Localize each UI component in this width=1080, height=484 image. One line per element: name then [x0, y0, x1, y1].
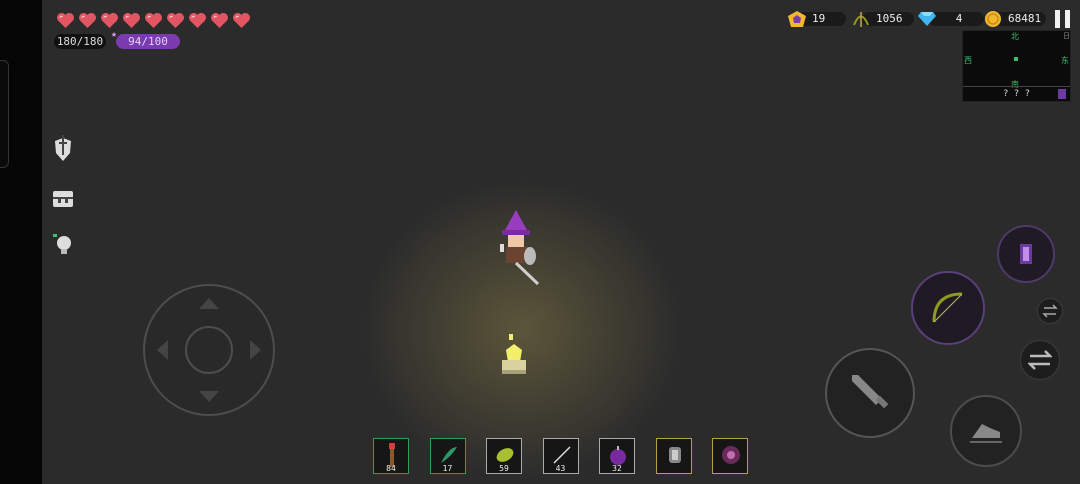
attack-button[interactable]: [825, 348, 915, 438]
hotbar-slot-count: 59: [499, 464, 509, 473]
chest-icon[interactable]: [50, 185, 76, 211]
minimap-west-label: 西: [964, 56, 972, 65]
weapon-bow-button[interactable]: [911, 271, 985, 345]
hotbar-slot[interactable]: [655, 438, 692, 474]
heart-icon: [76, 10, 98, 30]
hotbar-slot[interactable]: 43: [542, 438, 579, 474]
minimap-floor-label: ? ? ?: [963, 86, 1070, 101]
gold-coin-icon: [982, 10, 1004, 28]
minimap-player-dot: [1014, 57, 1018, 61]
heart-icon: [208, 10, 230, 30]
gems-resource: 4: [916, 10, 984, 28]
hp-counter: 180/180: [54, 34, 106, 49]
hotbar-slot[interactable]: 59: [486, 438, 522, 474]
swap-weapon-button[interactable]: [1020, 340, 1060, 380]
pause-button[interactable]: [1055, 10, 1071, 28]
hotbar-slot[interactable]: 17: [429, 438, 466, 474]
level-resource: 19: [786, 10, 846, 28]
joystick-right-arrow-icon: [250, 340, 261, 360]
minimap-east-label: 东: [1061, 56, 1069, 65]
minimap-north-label: 北: [1011, 32, 1019, 41]
hotbar-slot[interactable]: 32: [599, 438, 635, 474]
heart-icon: [98, 10, 120, 30]
orb-icon: [719, 443, 743, 467]
heart-icon: [186, 10, 208, 30]
hotbar-slot-count: 43: [555, 464, 566, 473]
skill-button[interactable]: [997, 225, 1055, 283]
health-hearts: [54, 10, 252, 30]
player-character: [494, 208, 542, 288]
crown-badge-icon: [786, 10, 808, 28]
minimap[interactable]: 北 西 东 南 日 ? ? ?: [962, 30, 1071, 102]
joystick-down-arrow-icon: [199, 391, 219, 402]
joystick-thumb[interactable]: [185, 326, 233, 374]
joystick-left-arrow-icon: [157, 340, 168, 360]
joystick-up-arrow-icon: [199, 298, 219, 309]
hotbar-slot-count: 84: [386, 464, 396, 473]
hotbar-slot[interactable]: 84: [373, 438, 409, 474]
device-notch: [0, 60, 9, 168]
hotbar-slot-count: 32: [612, 464, 622, 473]
sword-shield-icon[interactable]: [50, 135, 76, 162]
scroll-icon: [663, 443, 687, 467]
heart-icon: [142, 10, 164, 30]
minimap-corner-label: 日: [1063, 32, 1070, 40]
hotbar-slot-count: 17: [442, 464, 453, 473]
heart-icon: [120, 10, 142, 30]
bow-arrow-icon: [850, 10, 872, 28]
glowing-pedestal[interactable]: [500, 330, 528, 378]
diamond-icon: [916, 10, 938, 28]
mana-counter: 94/100: [116, 34, 180, 49]
minimap-portal-icon: [1058, 89, 1066, 99]
heart-icon: [164, 10, 186, 30]
movement-joystick[interactable]: [143, 284, 275, 416]
hotbar-slot[interactable]: [712, 438, 748, 474]
arrows-resource: 1056: [850, 10, 914, 28]
dash-button[interactable]: [950, 395, 1022, 467]
heart-icon: [230, 10, 252, 30]
lightbulb-icon[interactable]: [50, 232, 76, 258]
gold-resource: 68481: [982, 10, 1046, 28]
heart-icon: [54, 10, 76, 30]
swap-small-button[interactable]: [1037, 298, 1063, 324]
